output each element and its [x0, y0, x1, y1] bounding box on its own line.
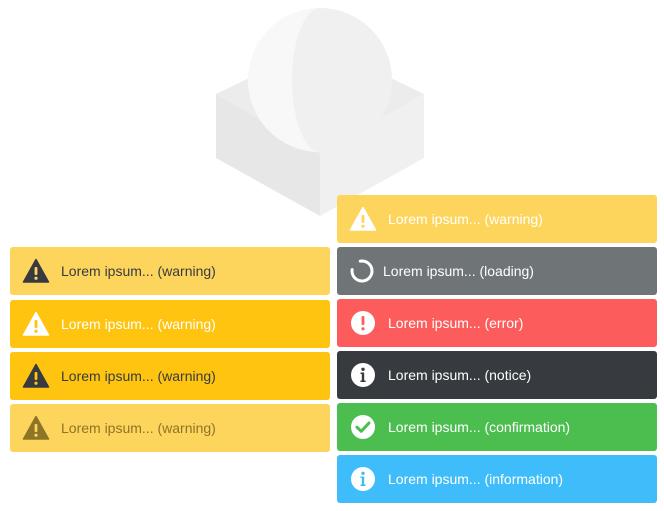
toast-warning-3[interactable]: Lorem ipsum... (warning) — [10, 352, 330, 400]
info-icon — [349, 361, 377, 389]
toast-warning-4[interactable]: Lorem ipsum... (warning) — [10, 404, 330, 452]
toast-error[interactable]: Lorem ipsum... (error) — [337, 299, 657, 347]
warning-icon — [22, 310, 50, 338]
info-icon — [349, 465, 377, 493]
toast-loading[interactable]: Lorem ipsum... (loading) — [337, 247, 657, 295]
warning-icon — [22, 414, 50, 442]
toast-text: Lorem ipsum... (warning) — [61, 316, 216, 332]
toast-text: Lorem ipsum... (warning) — [388, 211, 543, 227]
toast-text: Lorem ipsum... (loading) — [383, 263, 534, 279]
toast-warning-2[interactable]: Lorem ipsum... (warning) — [10, 300, 330, 348]
error-icon — [349, 309, 377, 337]
toast-confirmation[interactable]: Lorem ipsum... (confirmation) — [337, 403, 657, 451]
toast-information[interactable]: Lorem ipsum... (information) — [337, 455, 657, 503]
toast-text: Lorem ipsum... (information) — [388, 471, 564, 487]
toast-text: Lorem ipsum... (warning) — [61, 420, 216, 436]
warning-icon — [22, 257, 50, 285]
toast-warning[interactable]: Lorem ipsum... (warning) — [337, 195, 657, 243]
toast-text: Lorem ipsum... (notice) — [388, 367, 532, 383]
spinner-icon — [349, 257, 377, 285]
warning-icon — [349, 205, 377, 233]
toast-text: Lorem ipsum... (confirmation) — [388, 419, 571, 435]
toast-text: Lorem ipsum... (warning) — [61, 368, 216, 384]
toast-text: Lorem ipsum... (error) — [388, 315, 524, 331]
toast-notice[interactable]: Lorem ipsum... (notice) — [337, 351, 657, 399]
toast-warning-1[interactable]: Lorem ipsum... (warning) — [10, 247, 330, 295]
toast-text: Lorem ipsum... (warning) — [61, 263, 216, 279]
logo-box-sphere-icon — [216, 8, 424, 216]
check-icon — [349, 413, 377, 441]
warning-icon — [22, 362, 50, 390]
